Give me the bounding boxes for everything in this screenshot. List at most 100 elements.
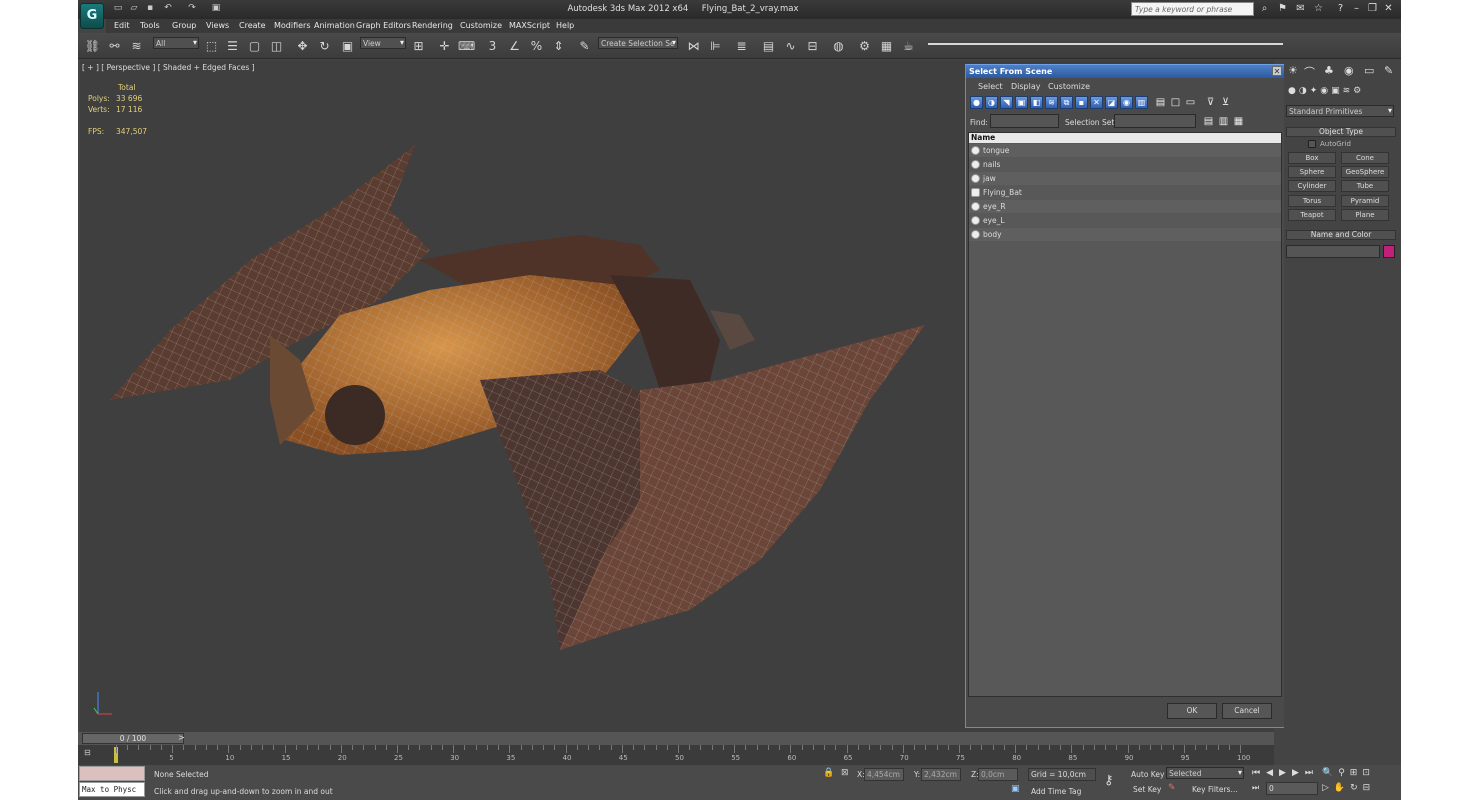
rect-selection-icon[interactable]: ▢	[246, 38, 263, 55]
menu-maxscript[interactable]: MAXScript	[509, 21, 550, 30]
render-setup-icon[interactable]: ⚙	[856, 38, 873, 55]
dialog-menu-select[interactable]: Select	[978, 82, 1003, 91]
edit-named-sel-icon[interactable]: ✎	[576, 38, 593, 55]
maxscript-listener-input[interactable]	[79, 766, 145, 781]
modify-tab-icon[interactable]: ⌒	[1304, 64, 1318, 79]
set-keys-icon[interactable]: ⚷	[1104, 773, 1114, 788]
viewport-nav-controls-top[interactable]: 🔍⚲⊞⊡	[1322, 768, 1400, 780]
create-tab-icon[interactable]: ☀	[1288, 64, 1302, 78]
y-coordinate-field[interactable]: 2,432cm	[921, 768, 961, 781]
communication-icon[interactable]: ✉	[1294, 3, 1307, 15]
rendered-frame-icon[interactable]: ▦	[878, 38, 895, 55]
ref-coord-dropdown[interactable]: View	[360, 37, 406, 49]
display-containers-icon[interactable]: ◪	[1105, 96, 1118, 109]
time-slider[interactable]: 0 / 100	[82, 733, 184, 744]
current-frame-field[interactable]: 0	[1266, 782, 1318, 795]
spinner-snap-icon[interactable]: ⇕	[550, 38, 567, 55]
list-item[interactable]: eye_L	[969, 214, 1281, 227]
list-item[interactable]: Flying_Bat	[969, 186, 1281, 199]
selset-add-icon[interactable]: ▤	[1202, 115, 1215, 128]
x-coordinate-field[interactable]: 4,454cm	[864, 768, 904, 781]
cancel-button[interactable]: Cancel	[1222, 703, 1272, 719]
time-tag-icon[interactable]: ▣	[1011, 784, 1023, 796]
set-key-button[interactable]: Set Key	[1133, 785, 1161, 794]
menu-animation[interactable]: Animation	[314, 21, 355, 30]
pyramid-button[interactable]: Pyramid	[1341, 195, 1389, 207]
bat-model[interactable]	[80, 60, 980, 680]
next-frame-icon[interactable]: >	[178, 733, 185, 742]
name-color-rollout[interactable]: Name and Color	[1286, 230, 1396, 240]
curve-editor-icon[interactable]: ∿	[782, 38, 799, 55]
sphere-button[interactable]: Sphere	[1288, 166, 1336, 178]
layer-manager-icon[interactable]: ≣	[733, 38, 750, 55]
dialog-title[interactable]: Select From Scene	[966, 65, 1284, 78]
list-item[interactable]: tongue	[969, 144, 1281, 157]
link-icon[interactable]: ⛓	[84, 38, 101, 55]
plane-button[interactable]: Plane	[1341, 209, 1389, 221]
hierarchy-tab-icon[interactable]: ♣	[1324, 64, 1338, 78]
named-selection-dropdown[interactable]: Create Selection Se	[598, 37, 678, 49]
filter-icon[interactable]: ⊽	[1204, 96, 1217, 109]
track-bar[interactable]: ⊟ 5 10 15 20 25 30 35 40 45 50 55 60 65 70 75 80 85 90 95 1…	[78, 745, 1274, 765]
utilities-tab-icon[interactable]: ✎	[1384, 64, 1398, 78]
menu-graph-editors[interactable]: Graph Editors	[356, 21, 411, 30]
add-time-tag[interactable]: Add Time Tag	[1031, 787, 1081, 796]
column-name-header[interactable]: Name	[969, 133, 1281, 143]
display-hidden-icon[interactable]: ▥	[1135, 96, 1148, 109]
menu-group[interactable]: Group	[172, 21, 196, 30]
category-dropdown[interactable]: Standard Primitives	[1286, 105, 1394, 117]
teapot-button[interactable]: Teapot	[1288, 209, 1336, 221]
selection-filter-dropdown[interactable]: All	[153, 37, 199, 49]
auto-key-button[interactable]: Auto Key	[1131, 770, 1164, 779]
select-none-icon[interactable]: □	[1169, 96, 1182, 109]
autogrid-checkbox[interactable]	[1308, 140, 1316, 148]
z-coordinate-field[interactable]: 0,0cm	[978, 768, 1018, 781]
move-icon[interactable]: ✥	[294, 38, 311, 55]
rotate-icon[interactable]: ↻	[316, 38, 333, 55]
tube-button[interactable]: Tube	[1341, 180, 1389, 192]
snap-toggle-icon[interactable]: 3	[484, 38, 501, 55]
align-icon[interactable]: ⊫	[707, 38, 724, 55]
display-geometry-icon[interactable]: ●	[970, 96, 983, 109]
keyboard-shortcut-icon[interactable]: ⌨	[458, 38, 475, 55]
menu-edit[interactable]: Edit	[114, 21, 130, 30]
render-icon[interactable]: ☕	[900, 38, 917, 55]
subscription-icon[interactable]: ⚑	[1276, 3, 1289, 15]
ok-button[interactable]: OK	[1167, 703, 1217, 719]
open-icon[interactable]: ▱	[128, 3, 140, 14]
mini-curve-editor-icon[interactable]: ⊟	[84, 748, 98, 758]
torus-button[interactable]: Torus	[1288, 195, 1336, 207]
object-type-rollout[interactable]: Object Type	[1286, 127, 1396, 137]
list-item[interactable]: eye_R	[969, 200, 1281, 213]
bind-spacewarp-icon[interactable]: ≋	[128, 38, 145, 55]
key-filters-button[interactable]: Key Filters...	[1192, 785, 1238, 794]
list-item[interactable]: jaw	[969, 172, 1281, 185]
key-mode-dropdown[interactable]: Selected	[1166, 767, 1244, 779]
unlink-icon[interactable]: ⚯	[106, 38, 123, 55]
menu-create[interactable]: Create	[239, 21, 266, 30]
select-object-icon[interactable]: ⬚	[203, 38, 220, 55]
cylinder-button[interactable]: Cylinder	[1288, 180, 1336, 192]
list-item[interactable]: nails	[969, 158, 1281, 171]
material-editor-icon[interactable]: ◍	[830, 38, 847, 55]
project-icon[interactable]: ▣	[210, 3, 222, 14]
restore-icon[interactable]: ❐	[1366, 3, 1379, 15]
selset-edit-icon[interactable]: ▦	[1232, 115, 1245, 128]
select-all-icon[interactable]: ▤	[1154, 96, 1167, 109]
close-icon[interactable]: ✕	[1382, 3, 1395, 15]
schematic-view-icon[interactable]: ⊟	[804, 38, 821, 55]
select-invert-icon[interactable]: ▭	[1184, 96, 1197, 109]
object-color-swatch[interactable]	[1383, 245, 1395, 258]
save-icon[interactable]: ▪	[144, 3, 156, 14]
new-icon[interactable]: ▭	[112, 3, 124, 14]
menu-views[interactable]: Views	[206, 21, 229, 30]
menu-modifiers[interactable]: Modifiers	[274, 21, 311, 30]
window-crossing-icon[interactable]: ◫	[268, 38, 285, 55]
binoculars-icon[interactable]: ⌕	[1258, 3, 1271, 15]
pivot-icon[interactable]: ⊞	[410, 38, 427, 55]
menu-tools[interactable]: Tools	[140, 21, 160, 30]
select-manipulate-icon[interactable]: ✛	[436, 38, 453, 55]
selection-set-dropdown[interactable]	[1114, 114, 1196, 128]
display-groups-icon[interactable]: ⧉	[1060, 96, 1073, 109]
menu-rendering[interactable]: Rendering	[412, 21, 453, 30]
